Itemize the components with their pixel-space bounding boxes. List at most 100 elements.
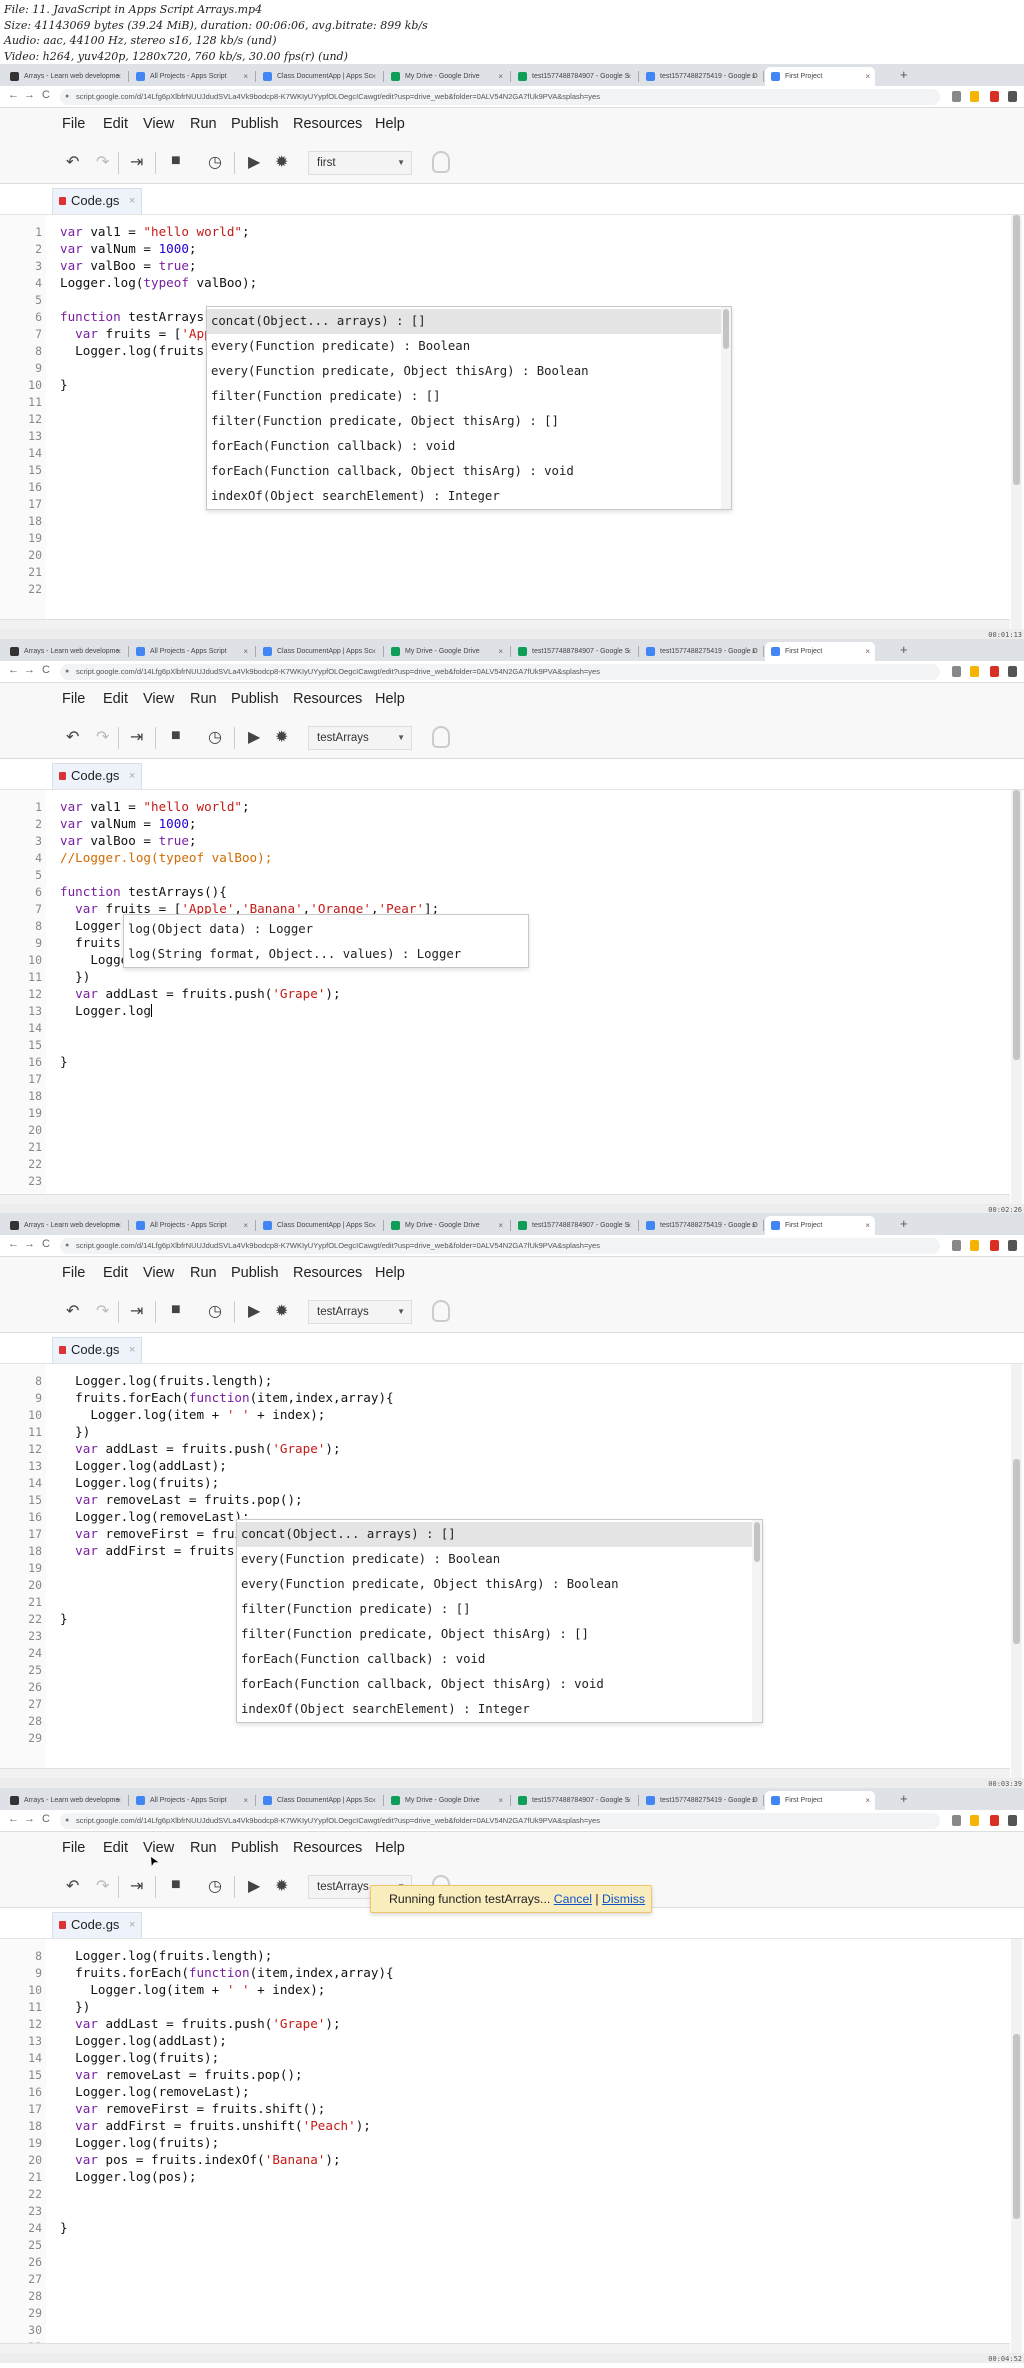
menu-file[interactable]: File [62, 1265, 85, 1281]
browser-menu-icon[interactable] [1008, 1240, 1017, 1251]
scrollbar-thumb[interactable] [1013, 215, 1020, 485]
tab-close-icon[interactable]: × [371, 67, 376, 86]
scrollbar-thumb[interactable] [754, 1522, 760, 1562]
menu-view[interactable]: View [143, 691, 174, 707]
autocomplete-option[interactable]: indexOf(Object searchElement) : Integer [207, 484, 721, 509]
run-icon[interactable]: ▶ [248, 1301, 260, 1321]
menu-edit[interactable]: Edit [103, 1265, 128, 1281]
browser-tab[interactable]: test1577488275419 - Google D × [640, 1791, 761, 1810]
triggers-icon[interactable]: ◷ [208, 152, 222, 172]
tab-close-icon[interactable]: × [498, 1791, 503, 1810]
tab-close-icon[interactable]: × [498, 1216, 503, 1235]
vertical-scrollbar[interactable] [1011, 215, 1022, 629]
browser-tab[interactable]: test1577488275419 - Google D × [640, 642, 761, 661]
search-icon[interactable] [952, 91, 961, 102]
menu-publish[interactable]: Publish [231, 1265, 279, 1281]
autocomplete-option[interactable]: forEach(Function callback, Object thisAr… [237, 1672, 752, 1697]
menu-resources[interactable]: Resources [293, 1265, 362, 1281]
back-button[interactable]: ← [8, 1238, 19, 1250]
url-input[interactable]: ● script.google.com/d/14Lfg6pXlbfrNUUJdud… [60, 664, 940, 680]
search-icon[interactable] [952, 1240, 961, 1251]
horizontal-scrollbar[interactable] [0, 2343, 1010, 2353]
bookmark-star-icon[interactable] [970, 666, 979, 677]
autocomplete-popup[interactable]: log(Object data) : Logger log(String form… [123, 914, 529, 968]
horizontal-scrollbar[interactable] [0, 1194, 1010, 1204]
autocomplete-option[interactable]: forEach(Function callback) : void [237, 1647, 752, 1672]
autocomplete-option[interactable]: every(Function predicate, Object thisArg… [207, 359, 721, 384]
browser-tab[interactable]: All Projects - Apps Script × [130, 642, 253, 661]
menu-publish[interactable]: Publish [231, 691, 279, 707]
tab-close-icon[interactable]: × [371, 642, 376, 661]
url-input[interactable]: ● script.google.com/d/14Lfg6pXlbfrNUUJdud… [60, 89, 940, 105]
close-icon[interactable]: × [129, 764, 135, 788]
menu-file[interactable]: File [62, 691, 85, 707]
menu-view[interactable]: View [143, 116, 174, 132]
tab-close-icon[interactable]: × [116, 67, 121, 86]
menu-help[interactable]: Help [375, 116, 405, 132]
banner-cancel-link[interactable]: Cancel [554, 1892, 592, 1906]
tab-close-icon[interactable]: × [865, 67, 870, 86]
indent-icon[interactable]: ⇥ [130, 152, 143, 172]
menu-file[interactable]: File [62, 116, 85, 132]
tab-close-icon[interactable]: × [498, 642, 503, 661]
run-icon[interactable]: ▶ [248, 152, 260, 172]
browser-tab[interactable]: Class DocumentApp | Apps Sc × [257, 1791, 381, 1810]
forward-button[interactable]: → [24, 1813, 35, 1825]
menu-edit[interactable]: Edit [103, 116, 128, 132]
file-tab-code-gs[interactable]: Code.gs × [52, 1912, 143, 1938]
new-tab-button[interactable]: + [900, 642, 908, 657]
url-input[interactable]: ● script.google.com/d/14Lfg6pXlbfrNUUJdud… [60, 1238, 940, 1254]
function-select[interactable]: first ▼ [308, 151, 412, 175]
new-tab-button[interactable]: + [900, 1216, 908, 1231]
browser-tab[interactable]: My Drive - Google Drive × [385, 642, 508, 661]
menu-edit[interactable]: Edit [103, 1840, 128, 1856]
menu-edit[interactable]: Edit [103, 691, 128, 707]
code-editor[interactable]: 1 2 3 4 5 6 7 8 9 10 11 12 13 14 15 16 17 18 19 20 21 22 23 var… [0, 789, 1024, 1204]
autocomplete-option[interactable]: indexOf(Object searchElement) : Integer [237, 1697, 752, 1722]
banner-dismiss-link[interactable]: Dismiss [602, 1892, 645, 1906]
autocomplete-option[interactable]: filter(Function predicate, Object thisAr… [237, 1622, 752, 1647]
tab-close-icon[interactable]: × [243, 642, 248, 661]
scrollbar-thumb[interactable] [1013, 1459, 1020, 1644]
menu-help[interactable]: Help [375, 1265, 405, 1281]
browser-tab[interactable]: All Projects - Apps Script × [130, 1216, 253, 1235]
indent-icon[interactable]: ⇥ [130, 1301, 143, 1321]
autocomplete-popup[interactable]: concat(Object... arrays) : [] every(Funct… [236, 1519, 763, 1723]
save-icon[interactable]: ■ [171, 1301, 181, 1319]
autocomplete-option[interactable]: every(Function predicate, Object thisArg… [237, 1572, 752, 1597]
vertical-scrollbar[interactable] [1011, 1939, 1022, 2353]
autocomplete-option[interactable]: concat(Object... arrays) : [] [207, 309, 721, 334]
browser-tab[interactable]: test1577488275419 - Google D × [640, 1216, 761, 1235]
menu-view[interactable]: View [143, 1840, 174, 1856]
redo-icon[interactable]: ↷ [96, 727, 109, 747]
tab-close-icon[interactable]: × [751, 1216, 756, 1235]
tab-close-icon[interactable]: × [751, 1791, 756, 1810]
autocomplete-option[interactable]: filter(Function predicate, Object thisAr… [207, 409, 721, 434]
menu-help[interactable]: Help [375, 691, 405, 707]
search-icon[interactable] [952, 666, 961, 677]
menu-resources[interactable]: Resources [293, 1840, 362, 1856]
file-tab-code-gs[interactable]: Code.gs × [52, 763, 143, 789]
bookmark-star-icon[interactable] [970, 91, 979, 102]
scrollbar-thumb[interactable] [1013, 790, 1020, 1060]
lightbulb-icon[interactable] [432, 1300, 450, 1322]
scrollbar-thumb[interactable] [1013, 2034, 1020, 2219]
indent-icon[interactable]: ⇥ [130, 727, 143, 747]
back-button[interactable]: ← [8, 664, 19, 676]
menu-file[interactable]: File [62, 1840, 85, 1856]
menu-run[interactable]: Run [190, 691, 217, 707]
autocomplete-option[interactable]: forEach(Function callback) : void [207, 434, 721, 459]
redo-icon[interactable]: ↷ [96, 152, 109, 172]
menu-resources[interactable]: Resources [293, 116, 362, 132]
browser-tab[interactable]: All Projects - Apps Script × [130, 67, 253, 86]
autocomplete-option[interactable]: log(Object data) : Logger [124, 917, 518, 942]
back-button[interactable]: ← [8, 89, 19, 101]
tab-close-icon[interactable]: × [865, 1791, 870, 1810]
browser-tab[interactable]: Arrays - Learn web developme × [4, 1216, 126, 1235]
run-icon[interactable]: ▶ [248, 727, 260, 747]
debug-icon[interactable]: ✹ [275, 727, 288, 747]
browser-tab[interactable]: First Project × [765, 67, 875, 86]
triggers-icon[interactable]: ◷ [208, 727, 222, 747]
reload-button[interactable]: C [42, 1813, 50, 1825]
browser-tab[interactable]: Class DocumentApp | Apps Sc × [257, 1216, 381, 1235]
